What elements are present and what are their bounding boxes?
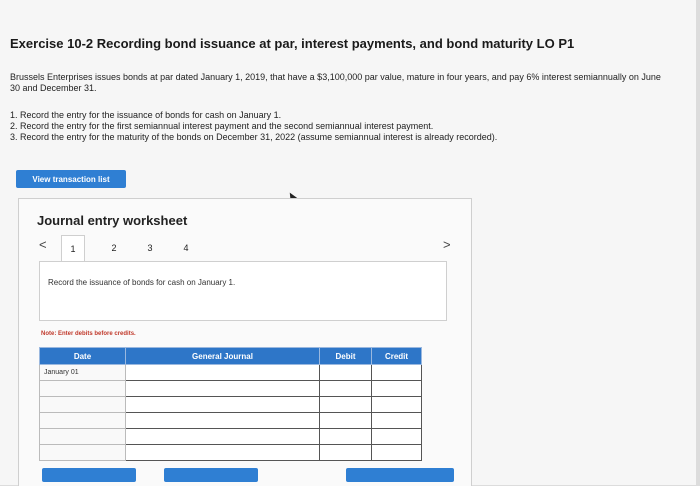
tab-3[interactable]: 3	[143, 237, 157, 259]
credit-input[interactable]	[371, 444, 422, 461]
debit-input[interactable]	[319, 444, 372, 461]
column-header-debit: Debit	[319, 347, 372, 365]
table-row	[39, 396, 422, 413]
account-input[interactable]	[125, 364, 320, 381]
clear-entry-button[interactable]	[164, 468, 258, 482]
account-input[interactable]	[125, 380, 320, 397]
debit-input[interactable]	[319, 412, 372, 429]
tab-1[interactable]: 1	[61, 235, 85, 262]
date-cell	[39, 444, 126, 461]
note-label: Note:	[41, 331, 57, 337]
exercise-intro: Brussels Enterprises issues bonds at par…	[10, 72, 661, 93]
column-header-date: Date	[39, 347, 126, 365]
date-cell	[39, 396, 126, 413]
note: Note: Enter debits before credits.	[41, 331, 136, 337]
instruction-panel: Record the issuance of bonds for cash on…	[39, 261, 447, 321]
task-item: 3. Record the entry for the maturity of …	[10, 132, 498, 142]
credit-input[interactable]	[371, 412, 422, 429]
table-header-row: Date General Journal Debit Credit	[39, 347, 422, 365]
account-input[interactable]	[125, 396, 320, 413]
table-row	[39, 380, 422, 397]
debit-input[interactable]	[319, 380, 372, 397]
account-input[interactable]	[125, 444, 320, 461]
view-transaction-list-button[interactable]: View transaction list	[16, 170, 126, 188]
journal-table: Date General Journal Debit Credit Januar…	[39, 347, 422, 461]
debit-input[interactable]	[319, 396, 372, 413]
account-input[interactable]	[125, 428, 320, 445]
column-header-credit: Credit	[371, 347, 422, 365]
record-entry-button[interactable]	[42, 468, 136, 482]
table-row	[39, 428, 422, 445]
exercise-title: Exercise 10-2 Recording bond issuance at…	[10, 36, 575, 51]
table-row	[39, 412, 422, 429]
tab-2[interactable]: 2	[107, 237, 121, 259]
task-item: 2. Record the entry for the first semian…	[10, 121, 434, 131]
instruction-text: Record the issuance of bonds for cash on…	[48, 278, 236, 287]
credit-input[interactable]	[371, 428, 422, 445]
task-item: 1. Record the entry for the issuance of …	[10, 110, 282, 120]
column-header-general-journal: General Journal	[125, 347, 320, 365]
credit-input[interactable]	[371, 396, 422, 413]
debit-input[interactable]	[319, 428, 372, 445]
next-arrow-icon[interactable]: >	[443, 237, 451, 252]
account-input[interactable]	[125, 412, 320, 429]
view-general-journal-button[interactable]	[346, 468, 454, 482]
date-cell	[39, 380, 126, 397]
worksheet-title: Journal entry worksheet	[37, 213, 188, 228]
tab-4[interactable]: 4	[179, 237, 193, 259]
task-list: 1. Record the entry for the issuance of …	[10, 110, 670, 143]
credit-input[interactable]	[371, 364, 422, 381]
date-cell	[39, 412, 126, 429]
debit-input[interactable]	[319, 364, 372, 381]
table-row: January 01	[39, 364, 422, 381]
date-cell: January 01	[39, 364, 126, 381]
date-cell	[39, 428, 126, 445]
table-row	[39, 444, 422, 461]
journal-entry-worksheet: Journal entry worksheet < 1 2 3 4 > Reco…	[18, 198, 472, 486]
page: Exercise 10-2 Recording bond issuance at…	[0, 0, 696, 486]
note-text: Enter debits before credits.	[58, 331, 136, 337]
credit-input[interactable]	[371, 380, 422, 397]
previous-arrow-icon[interactable]: <	[39, 237, 47, 252]
